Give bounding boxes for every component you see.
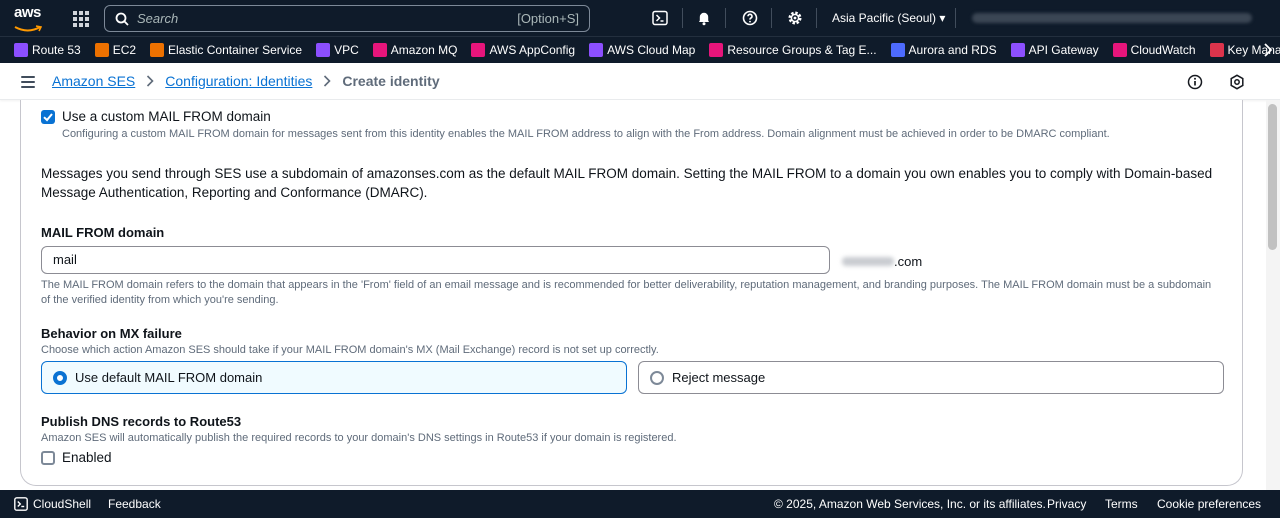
service-icon bbox=[94, 43, 109, 57]
favorite-item[interactable]: Elastic Container Service bbox=[150, 43, 302, 57]
service-icon bbox=[890, 43, 905, 57]
settings-icon[interactable] bbox=[1229, 74, 1245, 90]
breadcrumb-bar: Amazon SES Configuration: Identities Cre… bbox=[0, 63, 1280, 100]
breadcrumb-current: Create identity bbox=[342, 73, 440, 89]
publish-dns-checkbox[interactable] bbox=[41, 451, 55, 465]
favorite-item[interactable]: EC2 bbox=[94, 43, 137, 57]
copyright-text: © 2025, Amazon Web Services, Inc. or its… bbox=[774, 497, 1046, 511]
mx-failure-title: Behavior on MX failure bbox=[41, 326, 182, 341]
breadcrumb-identities[interactable]: Configuration: Identities bbox=[165, 73, 312, 89]
mx-failure-description: Choose which action Amazon SES should ta… bbox=[41, 344, 659, 356]
favorite-label: VPC bbox=[334, 43, 359, 57]
scrollbar-thumb[interactable] bbox=[1268, 104, 1277, 250]
aws-logo-text: aws bbox=[14, 4, 41, 21]
reject-message-option[interactable]: Reject message bbox=[638, 361, 1224, 394]
favorite-label: AWS AppConfig bbox=[489, 43, 576, 57]
help-icon[interactable] bbox=[742, 10, 758, 26]
service-icon bbox=[589, 43, 604, 57]
favorite-label: AWS Cloud Map bbox=[607, 43, 696, 57]
favorite-label: Aurora and RDS bbox=[908, 43, 997, 57]
custom-mail-from-description: Configuring a custom MAIL FROM domain fo… bbox=[62, 128, 1110, 140]
favorite-item[interactable]: API Gateway bbox=[1010, 43, 1099, 57]
favorite-item[interactable]: Aurora and RDS bbox=[890, 43, 997, 57]
custom-mail-from-checkbox[interactable] bbox=[41, 110, 55, 124]
service-icon bbox=[372, 43, 387, 57]
search-shortcut: [Option+S] bbox=[517, 11, 579, 26]
option-label: Use default MAIL FROM domain bbox=[75, 370, 263, 385]
chevron-right-icon[interactable] bbox=[1262, 43, 1274, 57]
favorite-label: Amazon MQ bbox=[390, 43, 458, 57]
search-icon bbox=[115, 12, 129, 26]
divider bbox=[725, 8, 726, 28]
checkmark-icon bbox=[43, 113, 53, 122]
cloudshell-link[interactable]: CloudShell bbox=[33, 497, 91, 511]
favorite-item[interactable]: VPC bbox=[316, 43, 359, 57]
breadcrumb-amazon-ses[interactable]: Amazon SES bbox=[52, 73, 135, 89]
radio-selected[interactable] bbox=[53, 371, 67, 385]
cookie-preferences-link[interactable]: Cookie preferences bbox=[1157, 497, 1261, 511]
mail-from-domain-label: MAIL FROM domain bbox=[41, 225, 165, 240]
favorite-item[interactable]: CloudWatch bbox=[1112, 43, 1196, 57]
favorite-label: API Gateway bbox=[1028, 43, 1099, 57]
divider bbox=[955, 8, 956, 28]
favorite-item[interactable]: AWS Cloud Map bbox=[589, 43, 695, 57]
bell-icon[interactable] bbox=[696, 10, 712, 26]
favorite-item[interactable]: Route 53 bbox=[14, 43, 81, 57]
domain-name-redacted bbox=[842, 257, 894, 266]
privacy-link[interactable]: Privacy bbox=[1047, 497, 1086, 511]
terms-link[interactable]: Terms bbox=[1105, 497, 1138, 511]
cloudshell-icon[interactable] bbox=[652, 10, 668, 26]
search-placeholder: Search bbox=[137, 11, 179, 26]
publish-dns-title: Publish DNS records to Route53 bbox=[41, 414, 242, 429]
search-input[interactable]: Search [Option+S] bbox=[104, 5, 590, 32]
footer: CloudShell Feedback © 2025, Amazon Web S… bbox=[0, 490, 1280, 518]
favorite-label: CloudWatch bbox=[1130, 43, 1196, 57]
use-default-mail-from-option[interactable]: Use default MAIL FROM domain bbox=[41, 361, 627, 394]
favorite-item[interactable]: Resource Groups & Tag E... bbox=[709, 43, 877, 57]
region-selector[interactable]: Asia Pacific (Seoul) ▾ bbox=[832, 11, 945, 25]
radio-unselected[interactable] bbox=[650, 371, 664, 385]
domain-suffix: .com bbox=[894, 254, 923, 269]
breadcrumb: Amazon SES Configuration: Identities Cre… bbox=[52, 73, 440, 89]
service-icon bbox=[709, 43, 724, 57]
service-icon bbox=[150, 43, 165, 57]
publish-dns-description: Amazon SES will automatically publish th… bbox=[41, 432, 677, 444]
cloudshell-icon[interactable] bbox=[14, 497, 28, 511]
divider bbox=[771, 8, 772, 28]
divider bbox=[816, 8, 817, 28]
service-icon bbox=[316, 43, 331, 57]
mail-from-intro: Messages you send through SES use a subd… bbox=[41, 166, 1213, 200]
favorite-label: Elastic Container Service bbox=[168, 43, 303, 57]
mail-from-domain-description: The MAIL FROM domain refers to the domai… bbox=[41, 279, 1212, 306]
divider bbox=[682, 8, 683, 28]
service-icon bbox=[1112, 43, 1127, 57]
service-icon bbox=[1209, 43, 1224, 57]
info-icon[interactable] bbox=[1187, 74, 1203, 90]
account-menu[interactable] bbox=[972, 13, 1252, 23]
favorite-item[interactable]: Amazon MQ bbox=[372, 43, 458, 57]
feedback-link[interactable]: Feedback bbox=[108, 497, 161, 511]
favorite-label: Resource Groups & Tag E... bbox=[727, 43, 877, 57]
top-navigation: aws Search [Option+S] Asia Pacific (Seou… bbox=[0, 0, 1280, 36]
service-icon bbox=[471, 43, 486, 57]
service-icon bbox=[14, 43, 28, 57]
favorite-label: EC2 bbox=[112, 43, 137, 57]
mail-from-domain-input[interactable]: mail bbox=[41, 246, 830, 274]
chevron-right-icon bbox=[147, 75, 154, 87]
aws-smile-icon bbox=[14, 25, 43, 32]
aws-logo[interactable]: aws bbox=[14, 4, 46, 32]
publish-dns-enabled-label[interactable]: Enabled bbox=[62, 450, 112, 465]
services-grid-icon[interactable] bbox=[73, 11, 89, 27]
service-icon bbox=[1010, 43, 1025, 57]
favorites-bar: Route 53 EC2 Elastic Container Service VPC A… bbox=[0, 36, 1280, 63]
option-label: Reject message bbox=[672, 370, 766, 385]
gear-icon[interactable] bbox=[787, 10, 803, 26]
favorite-item[interactable]: AWS AppConfig bbox=[471, 43, 575, 57]
chevron-right-icon bbox=[324, 75, 331, 87]
menu-icon[interactable] bbox=[21, 76, 35, 88]
custom-mail-from-label[interactable]: Use a custom MAIL FROM domain bbox=[62, 109, 271, 124]
favorite-label: Route 53 bbox=[32, 43, 81, 57]
